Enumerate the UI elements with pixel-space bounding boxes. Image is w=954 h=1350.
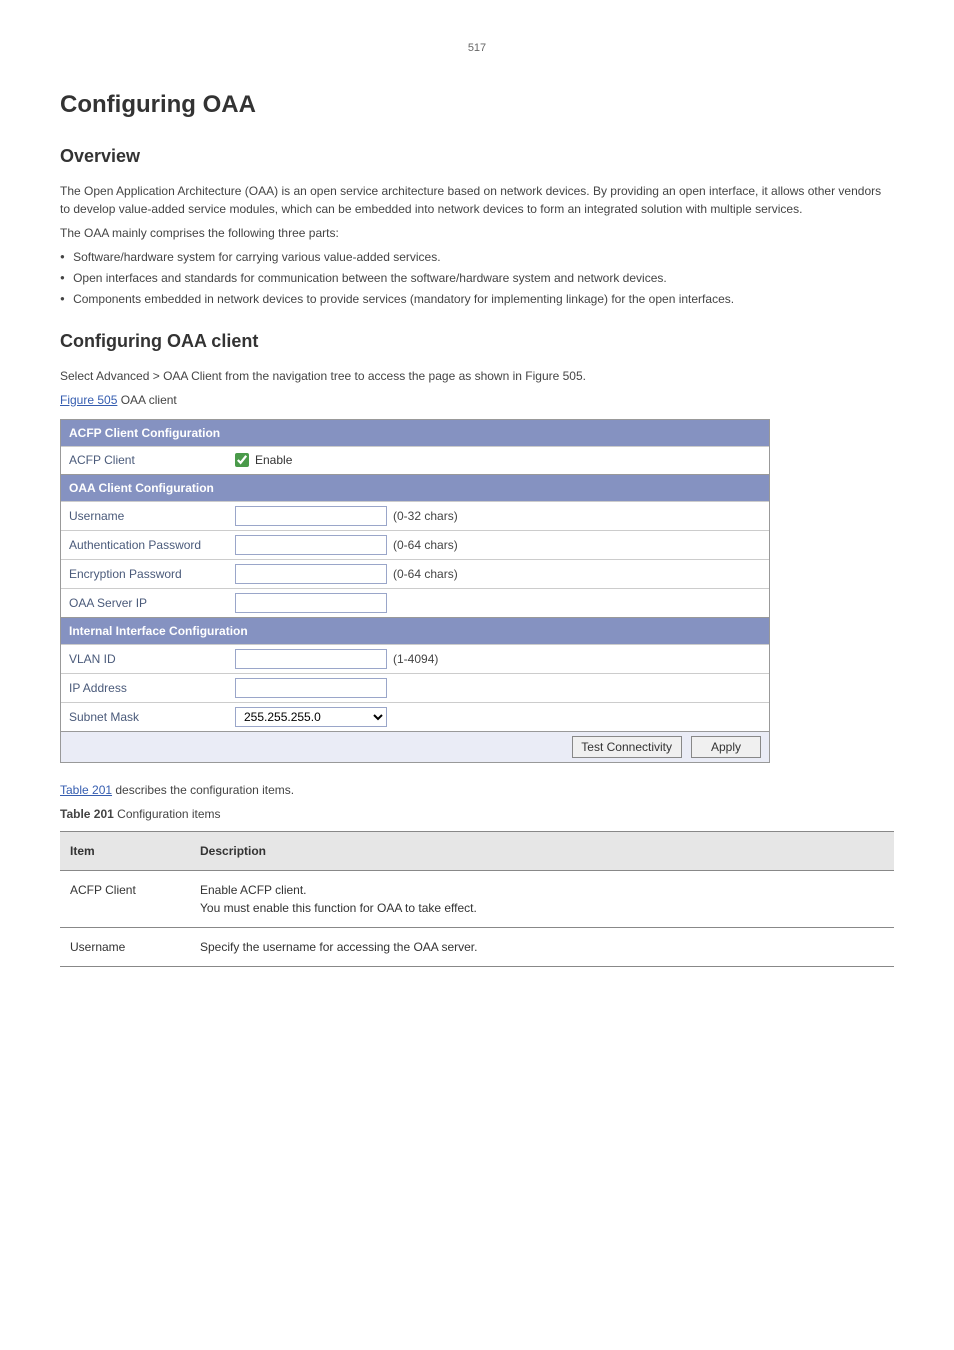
table-cell-item: Username [60,927,190,966]
bullet-item: Open interfaces and standards for commun… [60,269,894,287]
row-vlan-id: VLAN ID (1-4094) [61,644,769,673]
row-enc-password: Encryption Password (0-64 chars) [61,559,769,588]
heading-configuring-oaa-client: Configuring OAA client [60,328,894,355]
table-caption-label: Table 201 [60,807,114,821]
table-header-description: Description [190,831,894,870]
vlan-id-label: VLAN ID [67,650,235,668]
table-cell-desc: Enable ACFP client. You must enable this… [190,870,894,927]
figure-link[interactable]: Figure 505 [60,393,117,407]
oaa-config-panel: ACFP Client Configuration ACFP Client En… [60,419,770,763]
auth-password-label: Authentication Password [67,536,235,554]
overview-paragraph-1: The Open Application Architecture (OAA) … [60,182,894,218]
table-row: ACFP Client Enable ACFP client. You must… [60,870,894,927]
bullet-item: Software/hardware system for carrying va… [60,248,894,266]
oaa-server-ip-label: OAA Server IP [67,594,235,612]
table-header-item: Item [60,831,190,870]
overview-bullets: Software/hardware system for carrying va… [60,248,894,308]
overview-paragraph-2: The OAA mainly comprises the following t… [60,224,894,242]
row-ip-address: IP Address [61,673,769,702]
ip-address-input[interactable] [235,678,387,698]
apply-button[interactable]: Apply [691,736,761,758]
figure-caption: Figure 505 OAA client [60,391,894,409]
row-subnet-mask: Subnet Mask 255.255.255.0 [61,702,769,731]
table-caption: Table 201 Configuration items [60,805,894,823]
acfp-enable-label: Enable [255,451,292,469]
enc-password-input[interactable] [235,564,387,584]
page-number: 517 [60,40,894,57]
section-header-internal-iface: Internal Interface Configuration [61,617,769,644]
username-label: Username [67,507,235,525]
username-input[interactable] [235,506,387,526]
row-oaa-server-ip: OAA Server IP [61,588,769,617]
table-intro-text: describes the configuration items. [112,783,294,797]
vlan-id-hint: (1-4094) [393,650,438,668]
procedure-step-text: Select Advanced > OAA Client from the na… [60,369,586,383]
username-hint: (0-32 chars) [393,507,458,525]
enc-password-hint: (0-64 chars) [393,565,458,583]
subnet-mask-select[interactable]: 255.255.255.0 [235,707,387,727]
config-items-table: Item Description ACFP Client Enable ACFP… [60,831,894,967]
figure-caption-text: OAA client [121,393,177,407]
ip-address-label: IP Address [67,679,235,697]
table-intro: Table 201 describes the configuration it… [60,781,894,799]
table-cell-desc: Specify the username for accessing the O… [190,927,894,966]
section-header-oaa: OAA Client Configuration [61,474,769,501]
acfp-enable-checkbox[interactable] [235,453,249,467]
auth-password-hint: (0-64 chars) [393,536,458,554]
acfp-client-label: ACFP Client [67,451,235,469]
enc-password-label: Encryption Password [67,565,235,583]
row-acfp-client: ACFP Client Enable [61,446,769,474]
procedure-step: Select Advanced > OAA Client from the na… [60,367,894,385]
auth-password-input[interactable] [235,535,387,555]
row-auth-password: Authentication Password (0-64 chars) [61,530,769,559]
table-cell-item: ACFP Client [60,870,190,927]
test-connectivity-button[interactable]: Test Connectivity [572,736,682,758]
subnet-mask-label: Subnet Mask [67,708,235,726]
heading-overview: Overview [60,143,894,170]
section-header-acfp: ACFP Client Configuration [61,420,769,446]
heading-configuring-oaa: Configuring OAA [60,87,894,123]
bullet-item: Components embedded in network devices t… [60,290,894,308]
table-link[interactable]: Table 201 [60,783,112,797]
row-username: Username (0-32 chars) [61,501,769,530]
button-row: Test Connectivity Apply [61,731,769,762]
vlan-id-input[interactable] [235,649,387,669]
oaa-server-ip-input[interactable] [235,593,387,613]
table-caption-text: Configuration items [117,807,220,821]
table-row: Username Specify the username for access… [60,927,894,966]
